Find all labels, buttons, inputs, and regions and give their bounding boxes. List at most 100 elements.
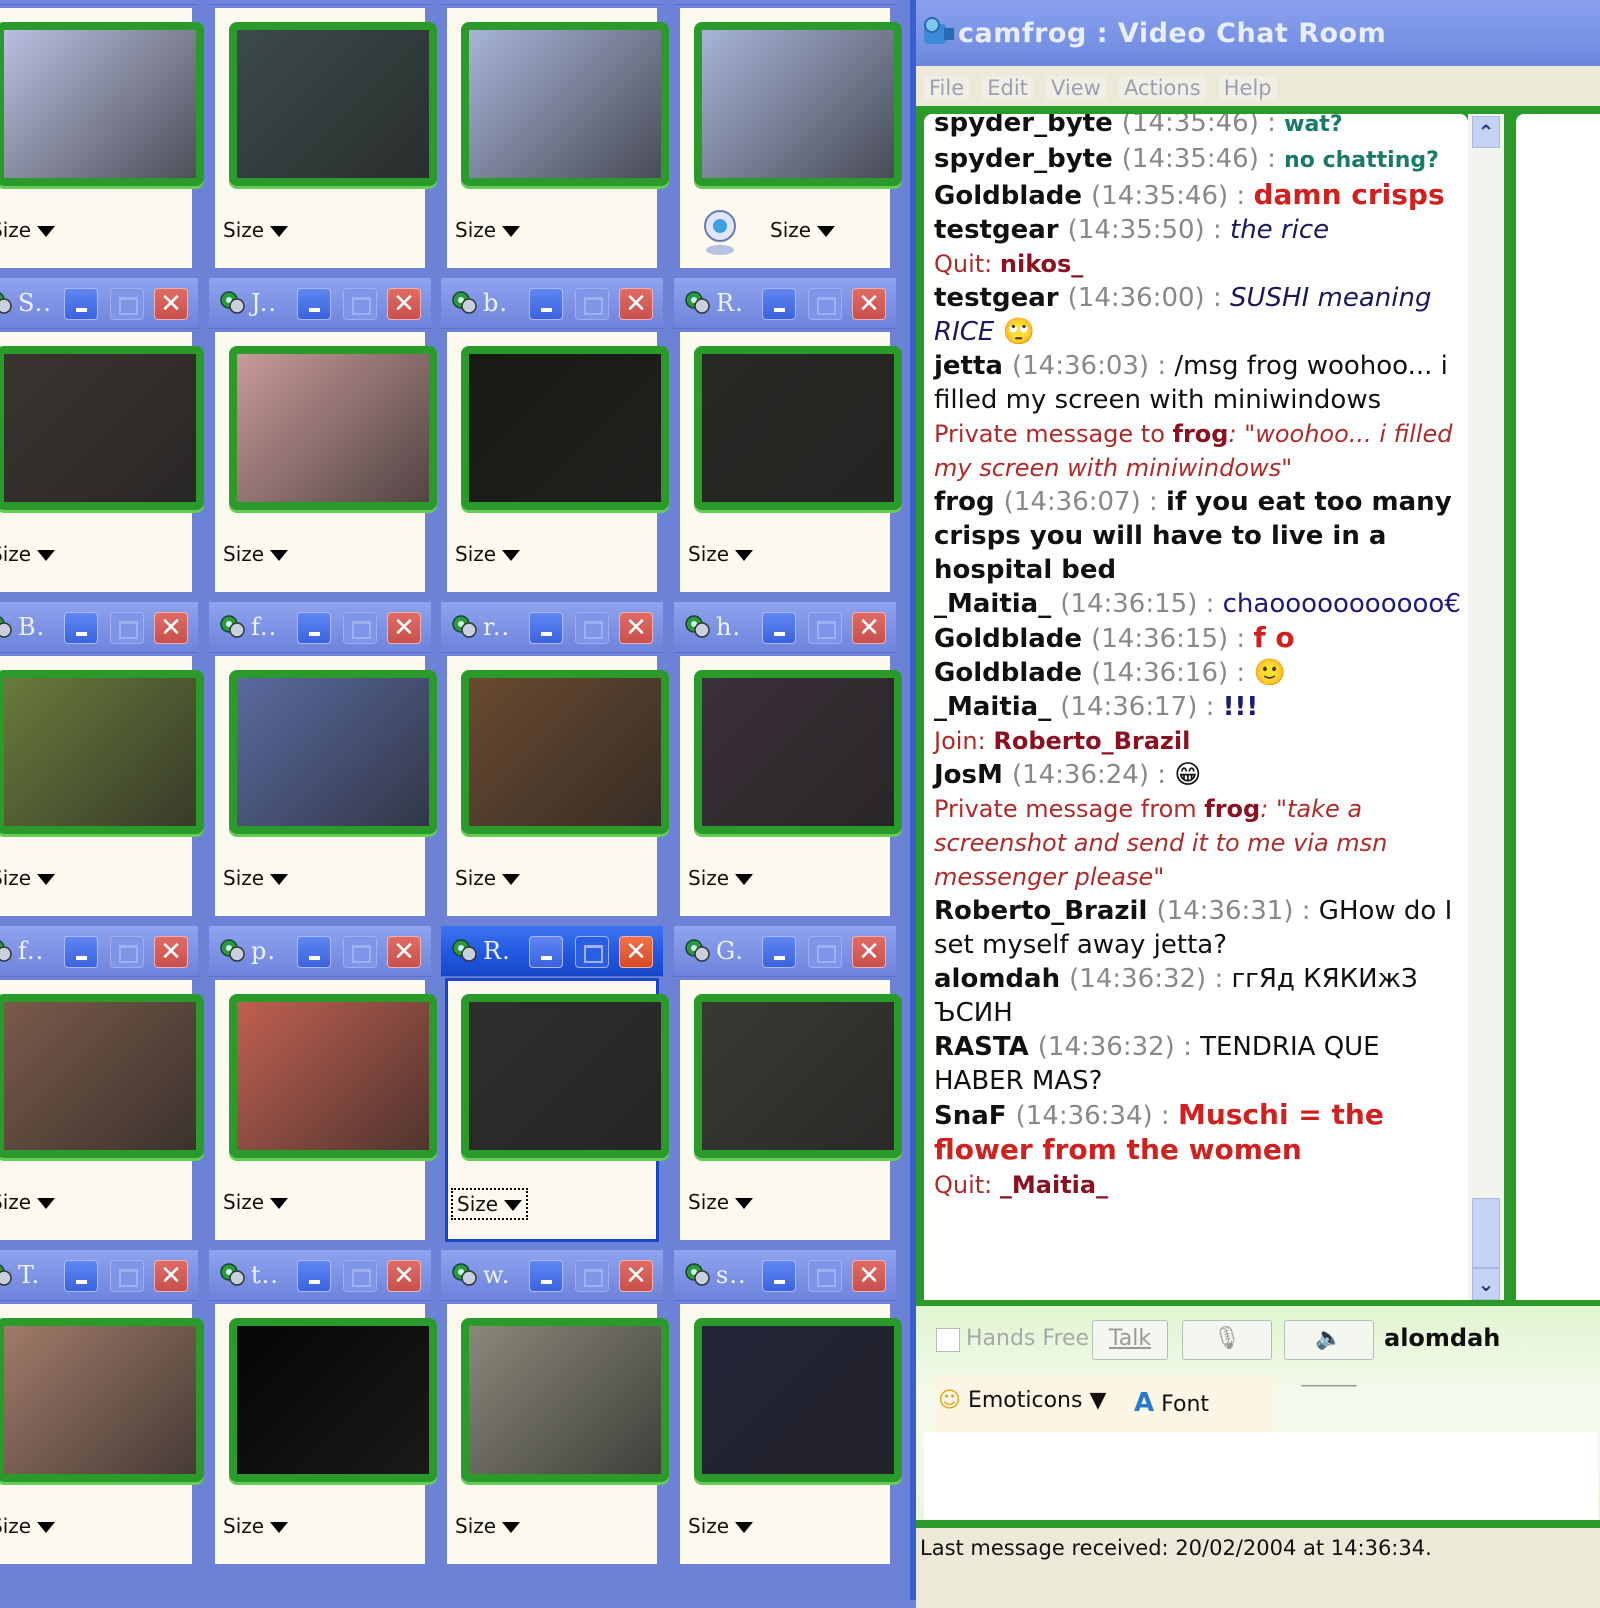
size-dropdown[interactable]: Size (451, 1512, 524, 1540)
tile-titlebar[interactable]: R. ✕ (441, 926, 663, 977)
video-tile[interactable]: p. ✕ Size (209, 926, 437, 1244)
close-button[interactable]: ✕ (852, 612, 886, 644)
tile-titlebar[interactable]: b. ✕ (441, 278, 663, 329)
video-tile[interactable]: w. ✕ Size (441, 1250, 669, 1568)
video-feed[interactable] (461, 670, 669, 834)
talk-button[interactable]: Talk (1092, 1320, 1168, 1360)
video-tile[interactable]: R. ✕ Size (674, 278, 902, 596)
menu-edit[interactable]: Edit (982, 76, 1033, 100)
video-feed[interactable] (694, 994, 902, 1158)
minimize-button[interactable] (529, 288, 563, 320)
tile-titlebar[interactable]: r.. ✕ (441, 602, 663, 653)
close-button[interactable]: ✕ (154, 288, 188, 320)
video-tile[interactable]: ✕ Size (674, 0, 902, 272)
minimize-button[interactable] (529, 612, 563, 644)
size-dropdown[interactable]: Size (684, 1512, 757, 1540)
video-feed[interactable] (0, 1318, 204, 1482)
minimize-button[interactable] (762, 288, 796, 320)
maximize-button[interactable] (343, 1260, 377, 1292)
tile-titlebar[interactable]: s.. ✕ (674, 1250, 896, 1301)
message-nick[interactable]: Goldblade (934, 658, 1091, 688)
video-tile[interactable]: ✕ Size (441, 0, 669, 272)
video-feed[interactable] (229, 1318, 437, 1482)
size-dropdown[interactable]: Size (219, 864, 292, 892)
video-feed[interactable] (461, 346, 669, 510)
close-button[interactable]: ✕ (387, 612, 421, 644)
video-tile[interactable]: b. ✕ Size (441, 278, 669, 596)
system-nick[interactable]: nikos_ (1000, 250, 1083, 278)
maximize-button[interactable] (343, 288, 377, 320)
close-button[interactable]: ✕ (619, 612, 653, 644)
maximize-button[interactable] (575, 1260, 609, 1292)
size-dropdown[interactable]: Size (219, 1512, 292, 1540)
mic-level-button[interactable]: 🎙 _____ (1182, 1320, 1272, 1387)
video-tile[interactable]: s.. ✕ Size (674, 1250, 902, 1568)
video-tile[interactable]: B. ✕ Size (0, 602, 204, 920)
maximize-button[interactable] (808, 1260, 842, 1292)
window-titlebar[interactable]: camfrog : Video Chat Room (916, 0, 1600, 66)
video-feed[interactable] (229, 670, 437, 834)
maximize-button[interactable] (575, 288, 609, 320)
tile-titlebar[interactable]: w. ✕ (441, 1250, 663, 1301)
minimize-button[interactable] (762, 936, 796, 968)
video-tile[interactable]: t.. ✕ Size (209, 1250, 437, 1568)
message-nick[interactable]: _Maitia_ (934, 589, 1060, 619)
minimize-button[interactable] (64, 1260, 98, 1292)
message-nick[interactable]: frog (934, 487, 1004, 517)
chat-scrollbar[interactable]: ⌃ ⌄ (1468, 114, 1504, 1300)
maximize-button[interactable] (808, 936, 842, 968)
close-button[interactable]: ✕ (387, 936, 421, 968)
video-tile[interactable]: h. ✕ Size (674, 602, 902, 920)
tile-titlebar[interactable]: ✕ (674, 0, 896, 5)
close-button[interactable]: ✕ (619, 288, 653, 320)
size-dropdown[interactable]: Size (0, 1512, 59, 1540)
maximize-button[interactable] (110, 1260, 144, 1292)
close-button[interactable]: ✕ (619, 1260, 653, 1292)
video-tile[interactable]: ✕ Size (209, 0, 437, 272)
close-button[interactable]: ✕ (387, 288, 421, 320)
close-button[interactable]: ✕ (154, 1260, 188, 1292)
video-tile[interactable]: S.. ✕ Size (0, 278, 204, 596)
tile-titlebar[interactable]: R. ✕ (674, 278, 896, 329)
minimize-button[interactable] (297, 1260, 331, 1292)
video-feed[interactable] (0, 346, 204, 510)
message-nick[interactable]: testgear (934, 283, 1068, 313)
video-feed[interactable] (461, 22, 669, 186)
message-nick[interactable]: testgear (934, 215, 1068, 245)
tile-titlebar[interactable]: t.. ✕ (209, 1250, 431, 1301)
message-nick[interactable]: spyder_byte (934, 144, 1122, 174)
speaker-level-button[interactable]: 🔈 _____ (1284, 1320, 1374, 1387)
maximize-button[interactable] (343, 612, 377, 644)
size-dropdown[interactable]: Size (766, 216, 839, 244)
maximize-button[interactable] (808, 612, 842, 644)
close-button[interactable]: ✕ (154, 936, 188, 968)
tile-titlebar[interactable]: ✕ (0, 0, 198, 5)
tile-titlebar[interactable]: f.. ✕ (209, 602, 431, 653)
tile-titlebar[interactable]: T. ✕ (0, 1250, 198, 1301)
scroll-thumb[interactable] (1472, 1198, 1500, 1268)
video-tile[interactable]: J.. ✕ Size (209, 278, 437, 596)
size-dropdown[interactable]: Size (451, 864, 524, 892)
size-dropdown[interactable]: Size (0, 864, 59, 892)
close-button[interactable]: ✕ (387, 1260, 421, 1292)
tile-titlebar[interactable]: J.. ✕ (209, 278, 431, 329)
maximize-button[interactable] (110, 936, 144, 968)
tile-titlebar[interactable]: B. ✕ (0, 602, 198, 653)
video-tile[interactable]: T. ✕ Size (0, 1250, 204, 1568)
menu-view[interactable]: View (1046, 76, 1106, 100)
menu-help[interactable]: Help (1218, 76, 1277, 100)
maximize-button[interactable] (343, 936, 377, 968)
minimize-button[interactable] (297, 288, 331, 320)
close-button[interactable]: ✕ (852, 1260, 886, 1292)
system-nick[interactable]: _Maitia_ (1000, 1171, 1108, 1199)
video-feed[interactable] (0, 670, 204, 834)
maximize-button[interactable] (575, 936, 609, 968)
size-dropdown[interactable]: Size (219, 1188, 292, 1216)
maximize-button[interactable] (808, 288, 842, 320)
video-tile[interactable]: R. ✕ Size (441, 926, 669, 1244)
message-nick[interactable]: spyder_byte (934, 114, 1122, 138)
menu-file[interactable]: File (924, 76, 970, 100)
message-nick[interactable]: jetta (934, 351, 1012, 381)
system-nick[interactable]: Roberto_Brazil (993, 727, 1190, 755)
minimize-button[interactable] (64, 936, 98, 968)
